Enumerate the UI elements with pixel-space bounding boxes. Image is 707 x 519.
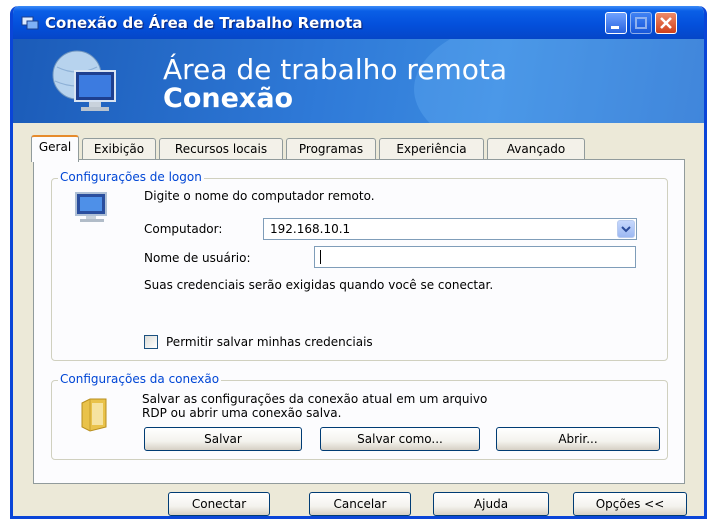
connection-description-line1: Salvar as configurações da conexão atual… [142,392,488,406]
close-button[interactable] [655,12,677,34]
text-caret [320,250,321,264]
chevron-down-icon [621,226,631,233]
computer-value: 192.168.10.1 [270,222,351,236]
tab-panel-geral: Configurações de logon Digite o nome do … [33,159,685,484]
open-button[interactable]: Abrir... [496,427,660,451]
help-button[interactable]: Ajuda [433,492,549,516]
username-input[interactable] [314,246,636,268]
tab-exibicao[interactable]: Exibição [82,138,156,160]
tab-programas[interactable]: Programas [286,138,376,160]
logon-group: Configurações de logon Digite o nome do … [51,170,668,361]
save-button[interactable]: Salvar [144,427,302,451]
save-credentials-label[interactable]: Permitir salvar minhas credenciais [166,335,373,349]
save-as-button[interactable]: Salvar como... [320,427,480,451]
remote-desktop-window: Conexão de Área de Trabalho Remota Área … [10,6,707,519]
connection-description-line2: RDP ou abrir uma conexão salva. [142,406,342,420]
banner-subtitle: Conexão [163,83,294,114]
username-label: Nome de usuário: [144,251,251,265]
remote-desktop-icon [21,16,39,30]
connection-group: Configurações da conexão Salvar as confi… [51,372,668,460]
cancel-button[interactable]: Cancelar [309,492,411,516]
credentials-note: Suas credenciais serão exigidas quando v… [144,278,494,292]
minimize-button[interactable] [605,12,627,34]
options-button[interactable]: Opções << [573,492,687,516]
tab-geral[interactable]: Geral [31,135,79,162]
maximize-icon [635,17,647,29]
banner-title: Área de trabalho remota [163,53,508,86]
tab-experiencia[interactable]: Experiência [379,138,484,160]
header-banner: Área de trabalho remota Conexão [13,39,704,123]
computer-label: Computador: [144,222,223,236]
computer-combobox[interactable]: 192.168.10.1 [263,218,637,240]
logon-group-legend: Configurações de logon [58,170,204,184]
window-title: Conexão de Área de Trabalho Remota [45,14,363,32]
minimize-icon [611,26,619,29]
connect-button[interactable]: Conectar [168,492,270,516]
computer-dropdown-button[interactable] [617,220,635,238]
connection-group-legend: Configurações da conexão [58,372,222,386]
folder-icon [81,398,107,432]
close-icon [660,17,672,29]
computer-icon [75,192,107,222]
monitor-globe-icon [52,50,116,111]
logon-instruction: Digite o nome do computador remoto. [144,189,375,203]
title-bar[interactable]: Conexão de Área de Trabalho Remota [13,6,704,39]
save-credentials-checkbox[interactable] [144,335,158,349]
maximize-button[interactable] [630,12,652,34]
tab-recursos-locais[interactable]: Recursos locais [159,138,283,160]
tab-avancado[interactable]: Avançado [487,138,585,160]
